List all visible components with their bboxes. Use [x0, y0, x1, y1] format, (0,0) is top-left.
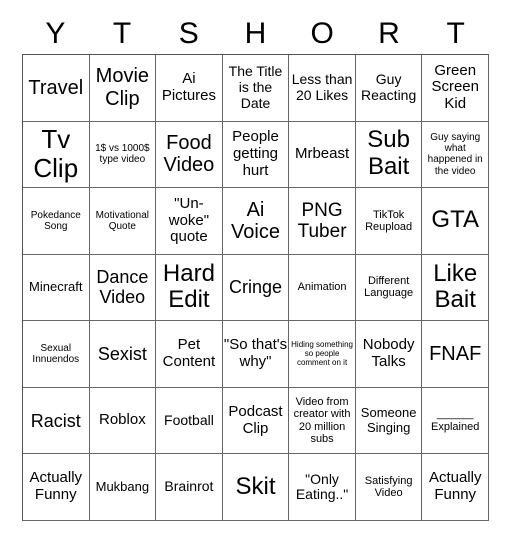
bingo-cell[interactable]: Less than 20 Likes: [289, 55, 356, 122]
bingo-cell[interactable]: "So that's why": [222, 321, 290, 388]
bingo-cell[interactable]: Movie Clip: [89, 55, 157, 122]
title-letter: O: [310, 17, 334, 50]
bingo-cell[interactable]: "Un-woke" quote: [156, 188, 223, 255]
bingo-cell[interactable]: Green Screen Kid: [422, 55, 489, 122]
bingo-cell[interactable]: Podcast Clip: [222, 387, 290, 455]
title-letter: R: [378, 17, 400, 50]
bingo-cell[interactable]: Ai Voice: [222, 188, 290, 255]
title-letter: S: [178, 17, 199, 50]
bingo-cell[interactable]: Hard Edit: [156, 254, 223, 322]
bingo-cell[interactable]: FNAF: [422, 321, 489, 388]
bingo-cell[interactable]: ______ Explained: [422, 387, 489, 455]
bingo-cell[interactable]: Ai Pictures: [156, 55, 223, 122]
bingo-cell[interactable]: Brainrot: [156, 454, 223, 521]
bingo-cell[interactable]: Sexist: [89, 321, 157, 388]
bingo-cell[interactable]: TikTok Reupload: [355, 188, 423, 255]
bingo-cell[interactable]: Actually Funny: [422, 454, 489, 521]
bingo-cell[interactable]: Animation: [289, 254, 356, 322]
bingo-cell[interactable]: Actually Funny: [23, 454, 90, 521]
title-letter: T: [112, 17, 132, 50]
title-letter: H: [244, 17, 267, 50]
bingo-cell[interactable]: 1$ vs 1000$ type video: [89, 121, 157, 189]
bingo-cell[interactable]: PNG Tuber: [289, 188, 356, 255]
bingo-title: Y T S H O R T: [22, 14, 489, 54]
bingo-cell[interactable]: Like Bait: [422, 254, 489, 322]
bingo-grid: Travel Movie Clip Ai Pictures The Title …: [22, 54, 489, 521]
bingo-cell[interactable]: Mukbang: [89, 454, 157, 521]
bingo-cell[interactable]: Sexual Innuendos: [23, 321, 90, 388]
bingo-cell[interactable]: Nobody Talks: [355, 321, 423, 388]
bingo-cell[interactable]: Video from creator with 20 million subs: [289, 387, 356, 455]
bingo-cell[interactable]: Cringe: [222, 254, 290, 322]
bingo-cell[interactable]: Satisfying Video: [355, 454, 423, 521]
bingo-cell[interactable]: Pokedance Song: [23, 188, 90, 255]
bingo-cell[interactable]: Roblox: [89, 387, 157, 455]
bingo-cell[interactable]: Mrbeast: [289, 121, 356, 189]
bingo-cell[interactable]: Food Video: [156, 121, 223, 189]
bingo-cell[interactable]: Minecraft: [23, 254, 90, 322]
bingo-cell[interactable]: Different Language: [355, 254, 423, 322]
title-letter: Y: [45, 17, 66, 50]
bingo-cell[interactable]: Racist: [23, 387, 90, 455]
bingo-cell[interactable]: Someone Singing: [355, 387, 423, 455]
bingo-cell[interactable]: Sub Bait: [355, 121, 423, 189]
bingo-cell[interactable]: Guy saying what happened in the video: [422, 121, 489, 189]
title-letter: T: [446, 17, 465, 50]
bingo-cell[interactable]: Skit: [222, 454, 290, 521]
bingo-cell[interactable]: "Only Eating..": [289, 454, 356, 521]
bingo-cell[interactable]: People getting hurt: [222, 121, 290, 189]
bingo-cell[interactable]: Hiding something so people comment on it: [289, 321, 356, 388]
bingo-cell[interactable]: Travel: [23, 55, 90, 122]
bingo-cell[interactable]: GTA: [422, 188, 489, 255]
bingo-cell[interactable]: Football: [156, 387, 223, 455]
bingo-cell[interactable]: Guy Reacting: [355, 55, 423, 122]
bingo-cell[interactable]: Motivational Quote: [89, 188, 157, 255]
bingo-cell[interactable]: Dance Video: [89, 254, 157, 322]
bingo-cell[interactable]: The Title is the Date: [222, 55, 290, 122]
bingo-cell[interactable]: Pet Content: [156, 321, 223, 388]
bingo-cell[interactable]: Tv Clip: [23, 121, 90, 189]
